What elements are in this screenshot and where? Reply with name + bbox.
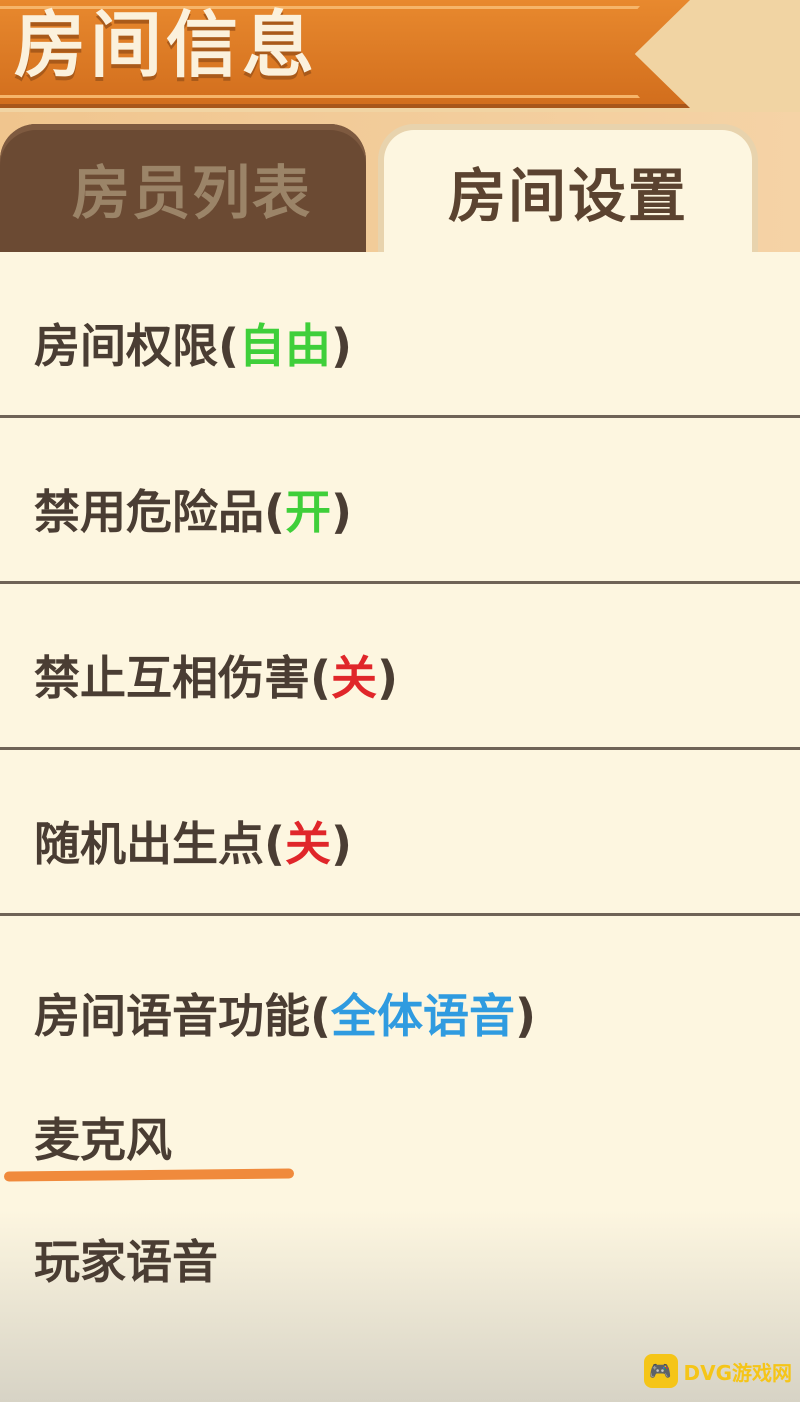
setting-label: 随机出生点(关): [34, 808, 352, 874]
player-voice-option[interactable]: 玩家语音: [34, 1226, 218, 1292]
tab-bar: 房员列表 房间设置: [0, 112, 800, 252]
setting-label: 房间权限(自由): [34, 310, 352, 376]
setting-random-spawn[interactable]: 随机出生点(关): [0, 750, 800, 916]
setting-random-spawn-label: 随机出生点(: [34, 817, 286, 871]
settings-list: 房间权限(自由) 禁用危险品(开) 禁止互相伤害(关) 随机出生点(关): [0, 252, 800, 916]
setting-random-spawn-close: ): [331, 817, 353, 871]
setting-no-mutual-damage-close: ): [377, 651, 399, 705]
title-ribbon: 房间信息: [0, 0, 690, 108]
setting-no-mutual-damage-label: 禁止互相伤害(: [34, 651, 332, 705]
setting-room-voice-close: ): [515, 989, 537, 1043]
header-bar: 房间信息: [0, 0, 800, 112]
setting-room-voice-value: 全体语音: [331, 989, 516, 1043]
watermark: 🎮 DVG游戏网: [643, 1354, 793, 1388]
setting-room-permission-label: 房间权限(: [34, 319, 240, 373]
tab-room-settings[interactable]: 房间设置: [378, 124, 758, 252]
tab-member-list-label: 房员列表: [71, 159, 312, 227]
setting-label: 禁止互相伤害(关): [34, 642, 398, 708]
setting-room-permission-value: 自由: [239, 319, 332, 373]
page-title: 房间信息: [14, 3, 319, 87]
setting-ban-dangerous-items[interactable]: 禁用危险品(开): [0, 418, 800, 584]
setting-no-mutual-damage-value: 关: [331, 651, 378, 705]
watermark-text: DVG游戏网: [683, 1360, 793, 1385]
gamepad-icon: 🎮: [643, 1354, 678, 1388]
setting-room-permission-close: ): [331, 319, 353, 373]
setting-room-voice[interactable]: 房间语音功能(全体语音): [34, 980, 536, 1046]
tab-room-settings-label: 房间设置: [447, 162, 688, 230]
setting-room-permission[interactable]: 房间权限(自由): [0, 252, 800, 418]
setting-random-spawn-value: 关: [285, 817, 332, 871]
microphone-option[interactable]: 麦克风: [34, 1104, 172, 1170]
setting-ban-dangerous-items-label: 禁用危险品(: [34, 485, 286, 539]
highlight-underline: [3, 1168, 295, 1182]
setting-label: 禁用危险品(开): [34, 476, 352, 542]
setting-room-voice-label: 房间语音功能(: [34, 989, 332, 1043]
setting-ban-dangerous-items-value: 开: [285, 485, 332, 539]
setting-ban-dangerous-items-close: ): [331, 485, 353, 539]
setting-no-mutual-damage[interactable]: 禁止互相伤害(关): [0, 584, 800, 750]
tab-member-list[interactable]: 房员列表: [0, 124, 366, 252]
